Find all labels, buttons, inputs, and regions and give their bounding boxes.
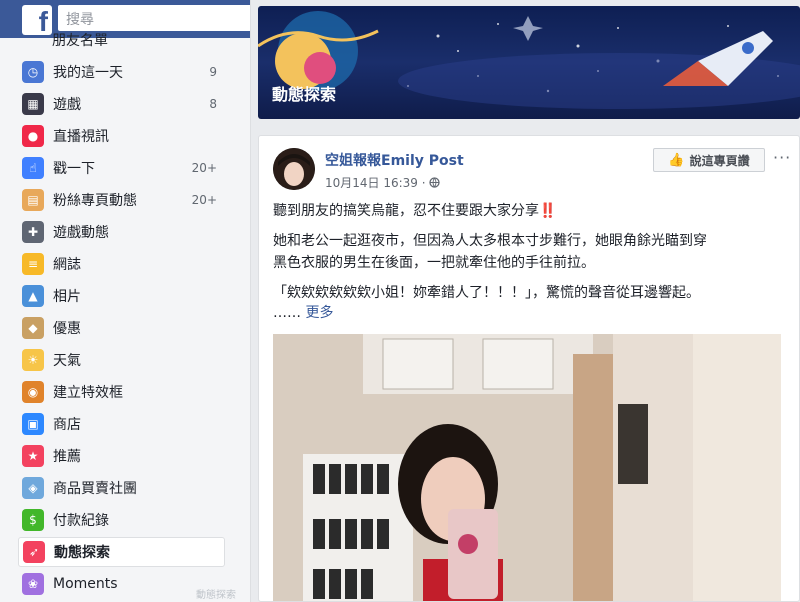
banner-title: 動態探索 [272,85,337,104]
sidebar-item-label: 戳一下 [53,161,95,177]
sidebar-item[interactable]: $ 付款紀錄 [18,505,225,535]
sidebar-item-label: 建立特效框 [53,385,123,401]
sidebar-item[interactable]: ➶ 動態探索 [18,537,225,567]
sidebar-item-label: 粉絲專頁動態 [53,193,137,209]
post-photo[interactable] [273,334,781,601]
post-meta: 10月14日 16:39 · [325,174,441,191]
globe-icon [429,176,441,190]
thumbs-up-icon: 👍 [668,152,685,168]
post-ellipsis: …… [273,305,301,321]
sidebar-item-label: 天氣 [53,353,81,369]
offers-icon: ◆ [22,317,44,339]
top-navigation-bar: f 搜尋 [0,0,250,38]
page-avatar[interactable] [273,148,315,190]
frames-icon: ◉ [22,381,44,403]
sidebar-item-label: 推薦 [53,449,81,465]
sidebar-item-count: 8 [209,97,217,111]
sidebar-item-label: 網誌 [53,257,81,273]
sidebar-item-count: 9 [209,65,217,79]
sidebar-item[interactable]: ☝ 戳一下 20+ [18,153,225,183]
buy-sell-tag-icon: ◈ [22,477,44,499]
sidebar-item-label: 付款紀錄 [53,513,109,529]
like-page-label: 說這專頁讚 [689,153,750,168]
sidebar-item-label: Moments [53,576,118,592]
sidebar-item[interactable]: ● 直播視訊 [18,121,225,151]
sidebar-item[interactable]: ◷ 我的這一天 9 [18,57,225,87]
clock-icon: ◷ [22,61,44,83]
sidebar-item-label: 動態探索 [54,545,110,561]
sidebar-item-partial-friends[interactable]: 朋友名單 [52,30,108,50]
sidebar-item[interactable]: ▦ 遊戲 8 [18,89,225,119]
sidebar-item[interactable]: ☀ 天氣 [18,345,225,375]
sidebar-item[interactable]: ▣ 商店 [18,409,225,439]
post-options-button[interactable]: ··· [773,148,791,167]
sidebar-item[interactable]: ≡ 網誌 [18,249,225,279]
post-text-line-4: 「欸欸欸欸欸欸小姐！妳牽錯人了！！！」，驚慌的聲音從耳邊響起。 [273,285,700,301]
poke-icon: ☝ [22,157,44,179]
sidebar-item-count: 20+ [191,193,217,207]
space-illustration [258,11,800,109]
facebook-logo-icon[interactable]: f [22,5,52,37]
sidebar-item[interactable]: ❀ Moments [18,569,225,599]
explore-feed-banner: 動態探索 [258,6,800,119]
sidebar-divider [250,0,251,602]
sidebar-item-label: 優惠 [53,321,81,337]
notes-icon: ≡ [22,253,44,275]
sidebar-item[interactable]: ▲ 相片 [18,281,225,311]
sidebar-item[interactable]: ◆ 優惠 [18,313,225,343]
sidebar-item-label: 相片 [53,289,81,305]
sidebar-item-label: 遊戲動態 [53,225,109,241]
shop-icon: ▣ [22,413,44,435]
sidebar-item-label: 商品買賣社團 [53,481,137,497]
moments-icon: ❀ [22,573,44,595]
like-page-button[interactable]: 👍 說這專頁讚 [653,148,765,172]
pages-feed-icon: ▤ [22,189,44,211]
sidebar-footer-text: 動態探索 [196,590,236,601]
page-name-link[interactable]: 空姐報報Emily Post [325,150,464,170]
post-text-line-3: 黑色衣服的男生在後面，一把就牽住他的手往前拉。 [273,255,595,271]
sidebar-item[interactable]: ▤ 粉絲專頁動態 20+ [18,185,225,215]
feed-post: 空姐報報Emily Post 10月14日 16:39 · 👍 說這專頁讚 ··… [258,135,800,602]
games-icon: ▦ [22,93,44,115]
recommendations-icon: ★ [22,445,44,467]
sidebar-item[interactable]: ◈ 商品買賣社團 [18,473,225,503]
post-text-line-1: 聽到朋友的搞笑烏龍，忍不住要跟大家分享‼️ [273,203,557,219]
gamepad-icon: ✚ [22,221,44,243]
payments-icon: $ [22,509,44,531]
post-timestamp[interactable]: 10月14日 16:39 [325,176,418,190]
sidebar-item-label: 遊戲 [53,97,81,113]
meta-separator: · [421,176,426,190]
left-sidebar: 朋友名單 ◷ 我的這一天 9 ▦ 遊戲 8 ● 直播視訊 ☝ 戳一下 20+ ▤ 粉絲專頁動態 20+ ✚ 遊… [0,33,250,602]
search-placeholder: 搜尋 [66,12,94,28]
live-video-icon: ● [22,125,44,147]
sidebar-item[interactable]: ✚ 遊戲動態 [18,217,225,247]
weather-icon: ☀ [22,349,44,371]
sidebar-item[interactable]: ◉ 建立特效框 [18,377,225,407]
post-text-line-5: …… 更多 [273,302,333,324]
sidebar-item-count: 20+ [191,161,217,175]
sidebar-item-label: 直播視訊 [53,129,109,145]
sidebar-item[interactable]: ★ 推薦 [18,441,225,471]
sidebar-item-label: 商店 [53,417,81,433]
sidebar-item-label: 我的這一天 [53,65,123,81]
see-more-link[interactable]: 更多 [305,305,333,321]
photos-icon: ▲ [22,285,44,307]
search-input[interactable]: 搜尋 [58,5,250,31]
rocket-icon: ➶ [23,541,45,563]
post-text-line-2: 她和老公一起逛夜市，但因為人太多根本寸步難行，她眼角餘光瞄到穿 [273,233,707,249]
